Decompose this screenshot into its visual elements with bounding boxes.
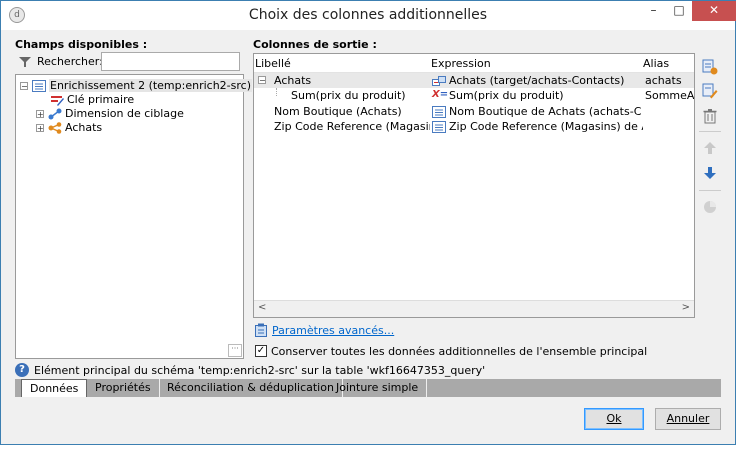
share-link-icon: [48, 121, 62, 134]
output-columns-table[interactable]: Libellé Expression Alias − Achats Achats…: [253, 53, 695, 318]
edit-column-button[interactable]: [701, 83, 719, 101]
scroll-right-button[interactable]: >: [682, 302, 690, 313]
toolbar-separator: [699, 131, 721, 132]
table-row[interactable]: Sum(prix du produit) X= Sum(prix du prod…: [254, 88, 694, 103]
keep-data-checkbox[interactable]: ✓: [255, 345, 267, 357]
list-icon: [432, 121, 446, 133]
trash-icon: [703, 109, 717, 124]
close-button[interactable]: ✕: [692, 1, 736, 21]
tab-donnees[interactable]: Données: [21, 379, 88, 397]
advanced-settings-link[interactable]: Paramètres avancés...: [272, 324, 394, 337]
filter-icon: [19, 56, 31, 68]
maximize-button[interactable]: □: [666, 1, 692, 21]
minimize-button[interactable]: –: [641, 1, 666, 21]
row-label: Sum(prix du produit): [291, 89, 406, 102]
horizontal-scrollbar[interactable]: < >: [254, 300, 694, 317]
table-row[interactable]: Zip Code Reference (Magasins)... Zip Cod…: [254, 119, 694, 134]
dialog-window: d Choix des colonnes additionnelles – □ …: [0, 0, 736, 445]
expand-icon[interactable]: +: [36, 123, 44, 132]
tab-reconciliation[interactable]: Réconciliation & déduplication: [159, 379, 343, 397]
keep-data-label[interactable]: Conserver toutes les données additionnel…: [271, 345, 647, 358]
row-alias: SommeAc: [645, 89, 695, 102]
ok-button[interactable]: Ok: [584, 408, 644, 430]
available-fields-heading: Champs disponibles :: [15, 38, 148, 51]
link-table-icon: [432, 75, 446, 87]
ok-button-label: Ok: [606, 412, 622, 425]
row-label: Nom Boutique (Achats): [274, 105, 402, 118]
cancel-button[interactable]: Annuler: [655, 408, 721, 430]
distribution-button[interactable]: [701, 199, 719, 217]
arrow-down-icon: [704, 167, 716, 179]
key-pencil-icon: [50, 94, 64, 106]
expand-icon[interactable]: +: [36, 109, 44, 118]
add-column-button[interactable]: [701, 59, 719, 77]
column-header-label[interactable]: Libellé: [255, 57, 291, 70]
clipboard-icon: [255, 323, 267, 340]
add-column-icon: [702, 59, 718, 75]
move-down-button[interactable]: [701, 165, 719, 183]
tree-guide: [276, 88, 278, 96]
tree-item-primary-key[interactable]: Clé primaire: [50, 92, 134, 107]
scroll-left-button[interactable]: <: [258, 302, 266, 313]
search-input[interactable]: [101, 52, 240, 71]
move-up-button[interactable]: [701, 140, 719, 158]
table-header: Libellé Expression Alias: [254, 54, 694, 73]
arrow-up-icon: [704, 142, 716, 154]
tree-item-targeting-dimension[interactable]: + Dimension de ciblage: [36, 106, 184, 121]
tree-item-label: Clé primaire: [67, 93, 135, 106]
output-columns-heading: Colonnes de sortie :: [253, 38, 377, 51]
function-icon: X=: [432, 89, 449, 100]
row-expression: Nom Boutique de Achats (achats-Co...: [449, 105, 641, 118]
row-expression: Achats (target/achats-Contacts): [449, 74, 625, 87]
row-alias: achats: [645, 74, 682, 87]
row-expression: Sum(prix du produit): [449, 89, 564, 102]
info-icon: ?: [15, 363, 29, 377]
delete-button[interactable]: [701, 108, 719, 126]
search-label: Rechercher:: [37, 55, 103, 68]
tree-item-label: Dimension de ciblage: [65, 107, 184, 120]
pie-chart-icon: [704, 201, 716, 213]
collapse-icon[interactable]: −: [20, 81, 28, 90]
tab-jointure-simple[interactable]: Jointure simple: [328, 379, 428, 397]
tree-item-achats[interactable]: + Achats: [36, 120, 102, 135]
toolbar-separator: [699, 190, 721, 191]
list-icon: [432, 106, 446, 118]
window-title: Choix des colonnes additionnelles: [248, 7, 488, 23]
title-bar[interactable]: d Choix des colonnes additionnelles – □ …: [1, 1, 736, 30]
tree-item-label: Achats: [65, 121, 103, 134]
table-row[interactable]: Nom Boutique (Achats) Nom Boutique de Ac…: [254, 104, 694, 119]
cancel-button-label: Annuler: [666, 412, 710, 425]
available-fields-tree[interactable]: − Enrichissement 2 (temp:enrich2-src) Cl…: [15, 74, 252, 359]
table-row[interactable]: − Achats Achats (target/achats-Contacts)…: [254, 73, 694, 88]
edit-column-icon: [702, 83, 718, 99]
row-label: Achats: [274, 74, 312, 87]
info-text: Elément principal du schéma 'temp:enrich…: [34, 364, 486, 377]
resize-corner[interactable]: ···: [228, 344, 242, 357]
column-header-expression[interactable]: Expression: [431, 57, 491, 70]
tree-item-enrichissement[interactable]: − Enrichissement 2 (temp:enrich2-src): [20, 78, 252, 93]
tree-item-label: Enrichissement 2 (temp:enrich2-src): [49, 79, 252, 92]
row-label: Zip Code Reference (Magasins)...: [274, 120, 430, 133]
column-header-alias[interactable]: Alias: [643, 57, 669, 70]
link-icon: [48, 108, 62, 120]
tab-proprietes[interactable]: Propriétés: [87, 379, 160, 397]
collapse-icon[interactable]: −: [258, 76, 266, 85]
row-expression: Zip Code Reference (Magasins) de Ach...: [449, 120, 643, 133]
tab-bar: Données Propriétés Réconciliation & dédu…: [15, 379, 721, 397]
list-icon: [32, 79, 46, 92]
